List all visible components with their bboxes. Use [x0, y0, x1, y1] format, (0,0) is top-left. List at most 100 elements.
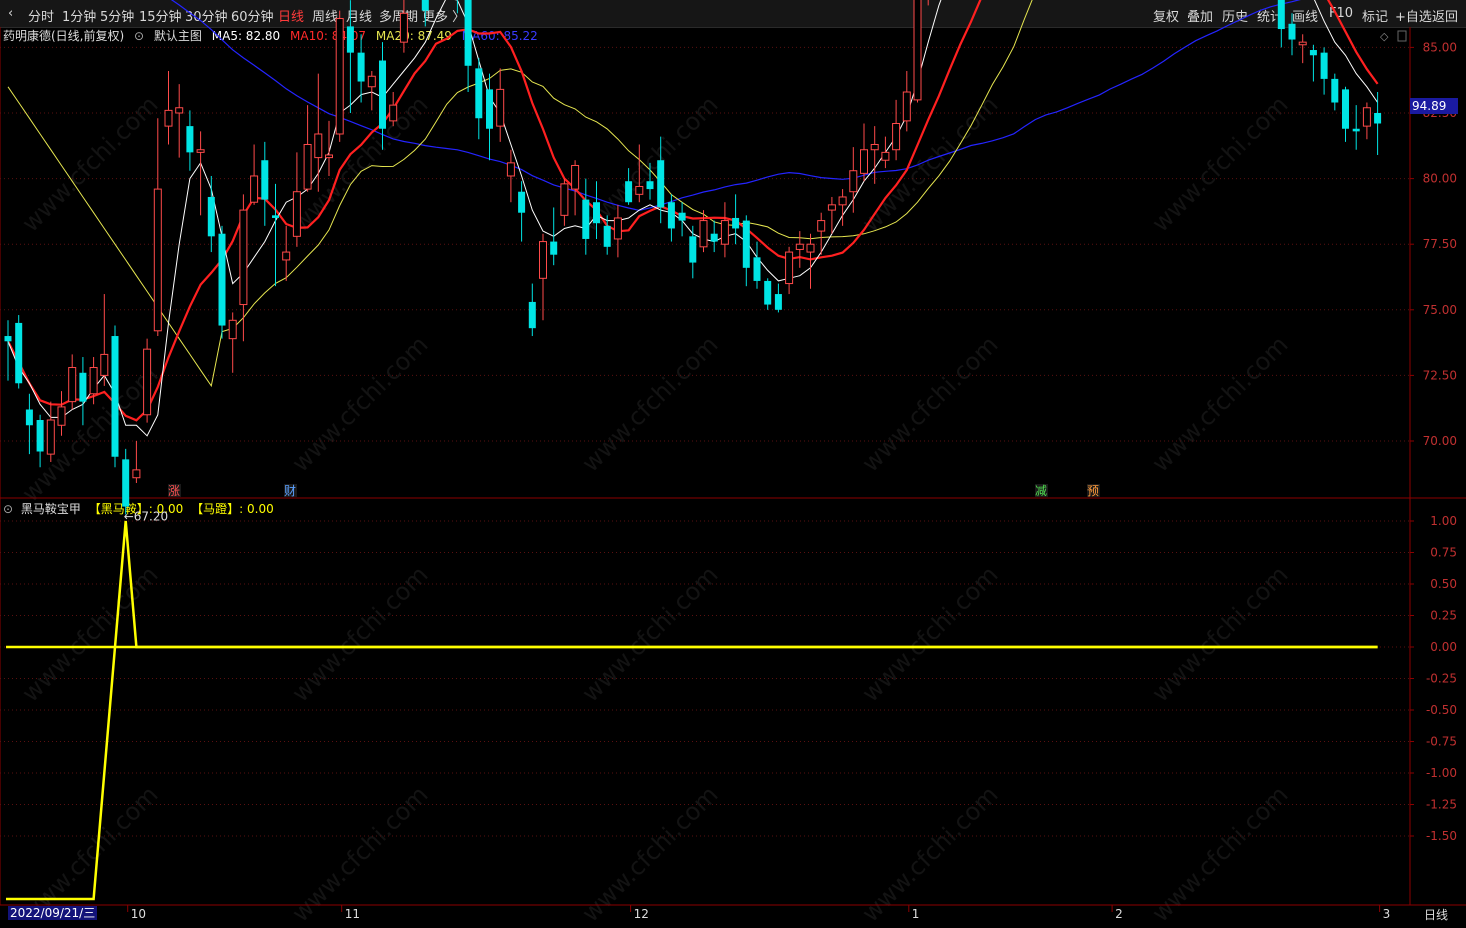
- y-tick-label: 72.50: [1423, 368, 1457, 382]
- candle-body: [346, 26, 354, 53]
- candle-body: [667, 202, 675, 229]
- candle-body: [186, 126, 194, 153]
- candle-body: [207, 196, 215, 237]
- candle-body: [164, 109, 173, 127]
- indicator-y-tick-label: 0.25: [1430, 609, 1457, 623]
- candle-body: [860, 149, 868, 174]
- candle-body: [881, 151, 890, 161]
- candle-body: [1277, 0, 1285, 30]
- candle-body: [732, 217, 740, 229]
- candle-body: [1320, 52, 1328, 79]
- indicator-y-tick-label: -0.25: [1426, 672, 1457, 686]
- candle-body: [528, 301, 536, 329]
- candle-body: [89, 367, 98, 395]
- candle-body: [46, 419, 55, 455]
- candle-body: [593, 202, 600, 224]
- candle-body: [806, 243, 815, 253]
- date-cursor-label: 2022/09/21/三: [8, 906, 98, 920]
- candle-body: [261, 160, 269, 200]
- candle-body: [870, 143, 879, 151]
- candle-body: [892, 122, 901, 151]
- candle-body: [25, 409, 33, 426]
- candle-body: [1374, 113, 1382, 124]
- candle-body: [379, 60, 386, 129]
- candle-body: [228, 319, 237, 340]
- y-tick-label: 80.00: [1423, 172, 1457, 186]
- candle-body: [1352, 128, 1360, 132]
- candle-body: [1362, 107, 1371, 127]
- candle-body: [68, 367, 77, 403]
- candle-body: [764, 280, 772, 305]
- indicator-y-tick-label: 0.00: [1430, 640, 1457, 654]
- candle-body: [1331, 78, 1339, 103]
- candle-body: [849, 170, 858, 193]
- candle-body: [710, 233, 718, 242]
- event-mark-label: 涨: [168, 483, 180, 498]
- candle-body: [1309, 50, 1317, 56]
- candle-body: [153, 188, 162, 332]
- candle-body: [314, 133, 323, 159]
- indicator-y-tick-label: 1.00: [1430, 514, 1457, 528]
- candle-body: [464, 0, 472, 66]
- x-tick-label: 11: [345, 907, 360, 921]
- event-mark-label: 预: [1087, 484, 1099, 498]
- low-annotation: ←67.20: [124, 509, 168, 523]
- indicator-y-tick-label: -1.25: [1426, 798, 1457, 812]
- candle-body: [1342, 89, 1349, 129]
- candle-body: [196, 149, 205, 153]
- candle-body: [838, 196, 847, 206]
- candle-body: [282, 251, 291, 261]
- indicator-y-tick-label: 0.50: [1430, 577, 1457, 591]
- candle-body: [913, 0, 922, 101]
- indicator-y-tick-label: -1.00: [1426, 766, 1457, 780]
- candle-body: [57, 406, 66, 426]
- candle-body: [357, 52, 365, 82]
- indicator-y-tick-label: -0.50: [1426, 703, 1457, 717]
- candle-body: [486, 89, 493, 129]
- candle-body: [518, 191, 526, 213]
- candle-body: [15, 322, 23, 384]
- candle-body: [132, 469, 141, 479]
- candle-body: [325, 154, 333, 159]
- candle-body: [506, 162, 515, 177]
- y-tick-label: 85.00: [1423, 40, 1457, 54]
- period-label: 日线: [1424, 908, 1449, 922]
- candle-body: [475, 68, 483, 119]
- indicator-y-tick-label: -0.75: [1426, 735, 1457, 749]
- candle-body: [720, 220, 729, 245]
- candle-body: [625, 181, 633, 203]
- candle-body: [689, 236, 697, 263]
- candle-body: [239, 209, 248, 306]
- candle-body: [582, 199, 590, 239]
- chart-canvas[interactable]: 100.0097.5095.0092.5090.0087.5085.0082.5…: [0, 0, 1466, 922]
- candle-body: [785, 251, 794, 285]
- diamond-icon: ◇: [1380, 30, 1389, 43]
- candle-body: [367, 75, 376, 88]
- candle-body: [292, 191, 301, 237]
- candle-body: [335, 18, 344, 135]
- candle-body: [603, 225, 611, 247]
- candle-body: [175, 107, 184, 114]
- candle-body: [100, 353, 109, 376]
- current-price-tag: 94.89: [1410, 98, 1458, 114]
- candle-body: [817, 220, 826, 232]
- candle-body: [902, 91, 911, 122]
- candle-body: [774, 294, 782, 310]
- candle-body: [1288, 23, 1296, 40]
- y-tick-label: 77.50: [1423, 237, 1457, 251]
- candle-body: [550, 241, 558, 255]
- candle-body: [496, 88, 505, 127]
- candle-body: [678, 212, 686, 221]
- ma20-line: [7, 0, 1033, 388]
- candle-body: [111, 336, 119, 457]
- candle-body: [699, 220, 708, 248]
- x-tick-label: 12: [634, 907, 649, 921]
- indicator-line: [6, 520, 1378, 901]
- candle-body: [122, 459, 130, 507]
- x-tick-label: 3: [1383, 907, 1391, 921]
- event-mark-label: 减: [1035, 484, 1047, 498]
- candle-body: [250, 175, 259, 203]
- candle-body: [560, 183, 569, 216]
- y-tick-label: 75.00: [1423, 303, 1457, 317]
- candle-body: [635, 185, 644, 195]
